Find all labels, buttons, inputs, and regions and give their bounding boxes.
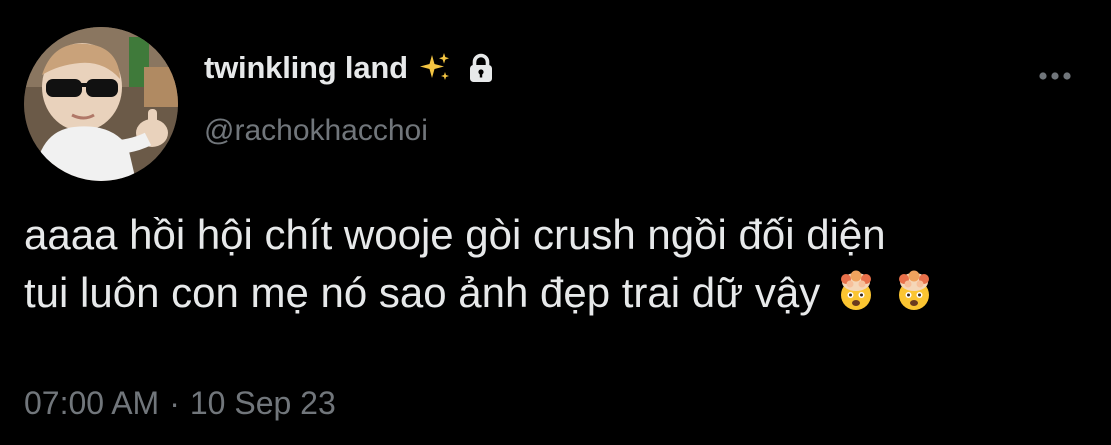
more-options-button[interactable]	[1032, 66, 1078, 86]
exploding-head-icon	[834, 269, 878, 313]
timestamp-separator: ·	[169, 385, 180, 421]
name-row: twinkling land	[204, 46, 498, 90]
tweet-header: twinkling land @rachokhacchoi	[204, 46, 498, 148]
avatar[interactable]	[24, 27, 178, 181]
tweet-time: 07:00 AM	[24, 385, 160, 421]
tweet-timestamp[interactable]: 07:00 AM · 10 Sep 23	[24, 385, 336, 422]
avatar-image	[24, 27, 178, 181]
display-name[interactable]: twinkling land	[204, 50, 408, 86]
tweet-date: 10 Sep 23	[189, 385, 336, 421]
tweet-text-line-2: tui luôn con mẹ nó sao ảnh đẹp trai dữ v…	[24, 269, 821, 316]
tweet-text-line-1: aaaa hồi hội chít wooje gòi crush ngồi đ…	[24, 211, 886, 258]
tweet-text-line-2-wrap: tui luôn con mẹ nó sao ảnh đẹp trai dữ v…	[24, 264, 1099, 322]
user-handle[interactable]: @rachokhacchoi	[204, 114, 498, 148]
lock-icon	[464, 51, 498, 85]
exploding-head-icon	[892, 269, 936, 313]
tweet-text: aaaa hồi hội chít wooje gòi crush ngồi đ…	[24, 206, 1099, 322]
sparkles-icon	[418, 51, 452, 85]
emoji-group	[820, 269, 936, 313]
more-icon	[1039, 72, 1071, 80]
